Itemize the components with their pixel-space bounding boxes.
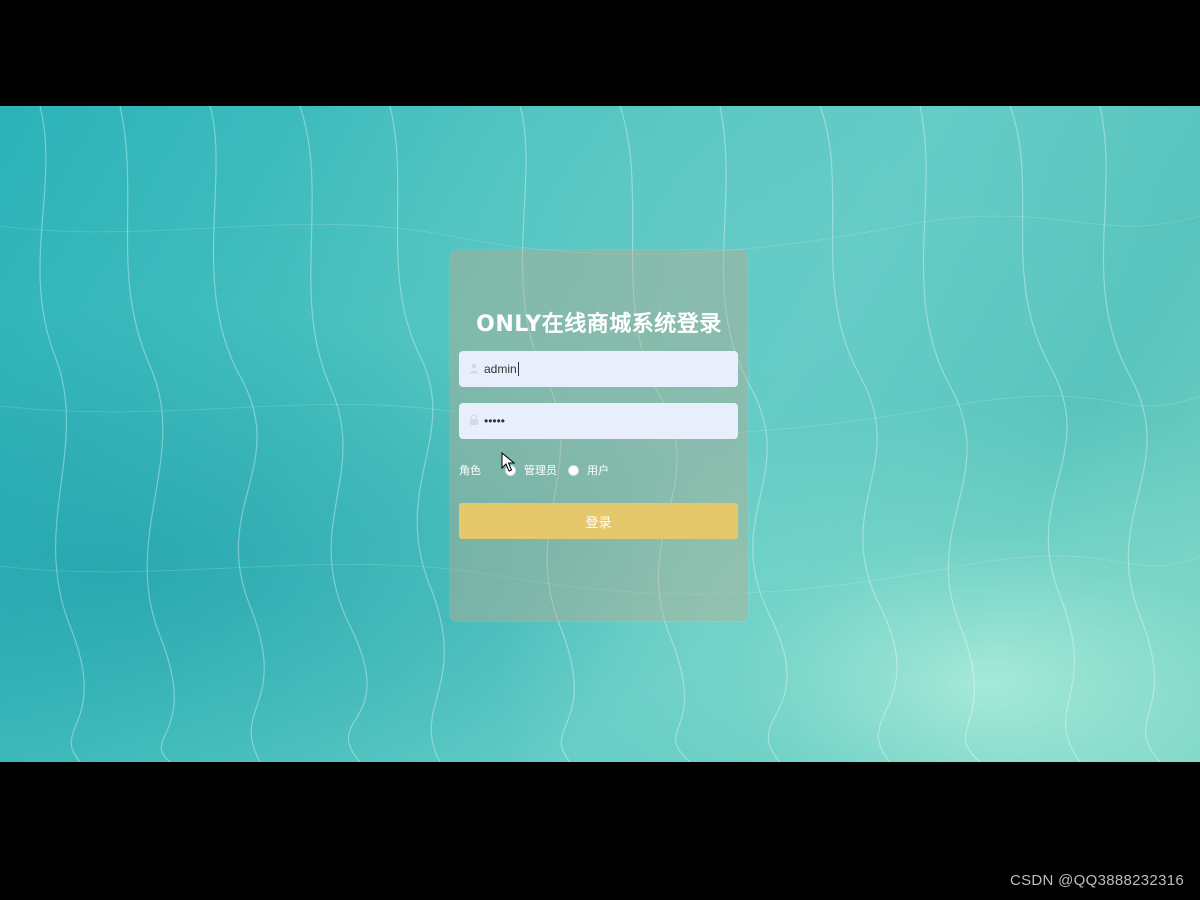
password-input[interactable]: ••••• bbox=[459, 403, 738, 439]
role-selector: 角色 管理员 用户 bbox=[459, 461, 620, 479]
password-value: ••••• bbox=[484, 414, 506, 428]
role-option-admin[interactable]: 管理员 bbox=[524, 462, 557, 478]
username-input[interactable]: admin bbox=[459, 351, 738, 387]
text-caret bbox=[517, 362, 519, 376]
user-icon bbox=[469, 363, 479, 374]
role-option-user[interactable]: 用户 bbox=[587, 462, 609, 478]
background-image: ONLY在线商城系统登录 admin ••••• 角色 管理员 用户 登录 bbox=[0, 106, 1200, 762]
mouse-pointer-icon bbox=[501, 452, 515, 472]
login-title: ONLY在线商城系统登录 bbox=[476, 312, 722, 337]
lock-icon bbox=[470, 414, 478, 425]
watermark: CSDN @QQ3888232316 bbox=[1009, 872, 1184, 889]
username-value: admin bbox=[484, 362, 517, 376]
role-label: 角色 bbox=[459, 464, 481, 477]
login-card: ONLY在线商城系统登录 admin ••••• 角色 管理员 用户 登录 bbox=[450, 250, 748, 621]
login-button[interactable]: 登录 bbox=[459, 503, 738, 539]
role-radio-user[interactable] bbox=[568, 464, 579, 476]
